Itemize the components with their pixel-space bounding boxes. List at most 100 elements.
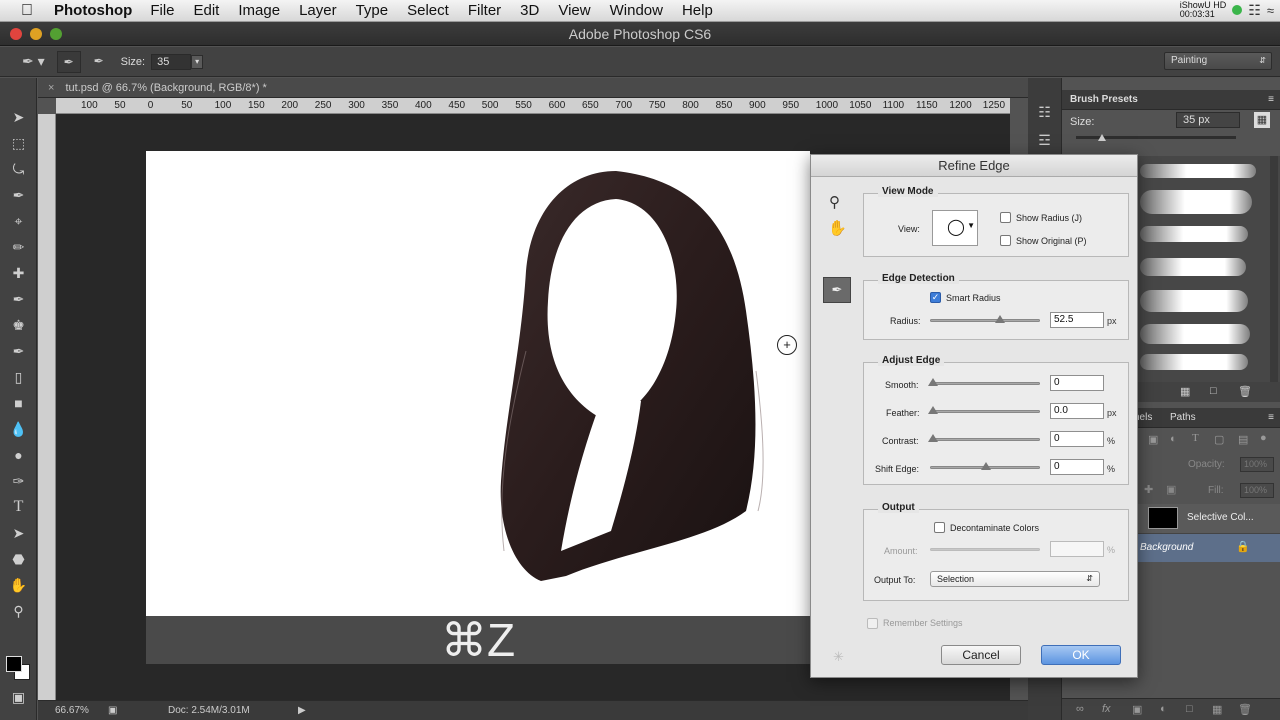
type-tool-icon[interactable]: T xyxy=(0,494,37,520)
contrast-slider-knob[interactable] xyxy=(928,434,938,442)
horizontal-ruler[interactable]: 100 50 0 50 100 150 200 250 300 350 400 450 500 550 60… xyxy=(56,98,1010,114)
status-menu-icon[interactable]: ▣ xyxy=(108,701,117,720)
dodge-tool-icon[interactable]: ● xyxy=(0,442,37,468)
radius-input[interactable]: 52.5 xyxy=(1050,312,1104,328)
new-preset-icon[interactable]: ▦ xyxy=(1254,112,1270,128)
feather-input[interactable]: 0.0 xyxy=(1050,403,1104,419)
filter-shape-icon[interactable]: ▢ xyxy=(1214,433,1224,446)
zoom-level[interactable]: 66.67% xyxy=(55,701,89,720)
filter-smart-icon[interactable]: ▤ xyxy=(1238,433,1248,446)
finder-icon[interactable]: ☷ xyxy=(1248,3,1261,17)
history-brush-tool-icon[interactable]: ✒ xyxy=(0,338,37,364)
delete-layer-icon[interactable]: 🗑 xyxy=(1238,703,1252,716)
delete-brush-icon[interactable]: 🗑 xyxy=(1238,385,1252,398)
document-tab[interactable]: × tut.psd @ 66.7% (Background, RGB/8*) * xyxy=(38,78,1028,98)
image-canvas[interactable] xyxy=(146,151,810,616)
brush-preset-item[interactable] xyxy=(1140,164,1256,178)
filter-type-icon[interactable]: T xyxy=(1192,432,1199,444)
lock-move-icon[interactable]: ✚ xyxy=(1144,483,1153,496)
brush-preset-item[interactable] xyxy=(1140,290,1248,312)
healing-brush-tool-icon[interactable]: ✚ xyxy=(0,260,37,286)
lock-all-icon[interactable]: ▣ xyxy=(1166,483,1176,496)
filter-pixel-icon[interactable]: ▣ xyxy=(1148,433,1158,446)
move-tool-icon[interactable]: ➤ xyxy=(0,104,37,130)
recording-indicator-icon[interactable] xyxy=(1232,5,1243,15)
pen-tool-icon[interactable]: ✑ xyxy=(0,468,37,494)
erase-refinements-tool-icon[interactable]: ✒ xyxy=(87,51,111,73)
menu-app-name[interactable]: Photoshop xyxy=(54,2,132,19)
smart-radius-checkbox[interactable]: ✓ xyxy=(930,292,941,303)
contrast-slider[interactable] xyxy=(928,434,1040,442)
shift-edge-slider-knob[interactable] xyxy=(981,462,991,470)
remember-settings-checkbox[interactable] xyxy=(867,618,878,629)
layer-name[interactable]: Selective Col... xyxy=(1187,512,1254,523)
blur-tool-icon[interactable]: 💧 xyxy=(0,416,37,442)
brush-preset-item[interactable] xyxy=(1140,324,1250,344)
clone-stamp-tool-icon[interactable]: ♚ xyxy=(0,312,37,338)
tab-paths[interactable]: Paths xyxy=(1170,408,1196,428)
workspace-select[interactable]: Painting ⇵ xyxy=(1164,52,1272,70)
menu-help[interactable]: Help xyxy=(682,2,713,19)
brush-tool-icon[interactable]: ✒ xyxy=(0,286,37,312)
crop-tool-icon[interactable]: ⌖ xyxy=(0,208,37,234)
adjustment-layer-icon[interactable]: ◐ xyxy=(1160,703,1167,715)
feather-slider-knob[interactable] xyxy=(928,406,938,414)
show-radius-checkbox[interactable] xyxy=(1000,212,1011,223)
status-arrow-icon[interactable]: ▶ xyxy=(298,701,306,720)
menu-view[interactable]: View xyxy=(558,2,590,19)
layer-mask-thumbnail[interactable] xyxy=(1148,507,1178,529)
size-dropdown-icon[interactable]: ▾ xyxy=(191,54,204,69)
lasso-tool-icon[interactable]: ⤿ xyxy=(0,156,37,182)
quick-mask-icon[interactable]: ▣ xyxy=(0,684,37,710)
zoom-window-icon[interactable] xyxy=(50,28,62,40)
radius-slider[interactable] xyxy=(930,315,1040,323)
brush-preset-item[interactable] xyxy=(1140,190,1252,214)
brush-presets-header[interactable]: Brush Presets ≡ xyxy=(1062,90,1280,110)
refine-radius-tool-icon[interactable]: ✒ xyxy=(56,50,81,73)
opacity-input[interactable]: 100% xyxy=(1240,457,1274,472)
fill-input[interactable]: 100% xyxy=(1240,483,1274,498)
brush-preset-item[interactable] xyxy=(1140,354,1248,370)
close-window-icon[interactable] xyxy=(10,28,22,40)
filter-adjustment-icon[interactable]: ◐ xyxy=(1170,433,1177,445)
close-document-icon[interactable]: × xyxy=(48,82,54,94)
output-to-select[interactable]: Selection ⇵ xyxy=(930,571,1100,587)
menu-3d[interactable]: 3D xyxy=(520,2,539,19)
menu-type[interactable]: Type xyxy=(356,2,389,19)
menu-file[interactable]: File xyxy=(150,2,174,19)
layer-name[interactable]: Background xyxy=(1140,542,1193,553)
shape-tool-icon[interactable]: ⬣ xyxy=(0,546,37,572)
eyedropper-tool-icon[interactable]: ✏ xyxy=(0,234,37,260)
new-layer-icon[interactable]: ▦ xyxy=(1212,703,1222,716)
brush-list-scrollbar[interactable] xyxy=(1270,156,1278,382)
view-mode-picker[interactable]: ◯ ▼ xyxy=(932,210,978,246)
hand-tool-icon[interactable]: ✋ xyxy=(0,572,37,598)
panel-menu-icon[interactable]: ≡ xyxy=(1268,90,1274,110)
link-layers-icon[interactable]: ∞ xyxy=(1076,703,1084,715)
brush-size-slider-knob[interactable] xyxy=(1098,134,1106,141)
radius-slider-knob[interactable] xyxy=(995,315,1005,323)
apple-icon[interactable]:  xyxy=(0,2,54,20)
properties-panel-icon[interactable]: ☲ xyxy=(1035,132,1055,152)
ok-button[interactable]: OK xyxy=(1041,645,1121,665)
menu-image[interactable]: Image xyxy=(238,2,280,19)
fx-icon[interactable]: fx xyxy=(1102,703,1111,715)
menu-filter[interactable]: Filter xyxy=(468,2,501,19)
zoom-tool-icon[interactable]: ⚲ xyxy=(829,193,840,211)
size-input[interactable]: 35 xyxy=(151,53,192,70)
brush-panel-icon[interactable]: ▦ xyxy=(1180,385,1190,398)
smooth-slider[interactable] xyxy=(928,378,1040,386)
show-original-checkbox[interactable] xyxy=(1000,235,1011,246)
menu-edit[interactable]: Edit xyxy=(194,2,220,19)
foreground-color-swatch[interactable] xyxy=(6,656,22,672)
cancel-button[interactable]: Cancel xyxy=(941,645,1021,665)
path-selection-tool-icon[interactable]: ➤ xyxy=(0,520,37,546)
feather-slider[interactable] xyxy=(928,406,1040,414)
menu-select[interactable]: Select xyxy=(407,2,449,19)
marquee-tool-icon[interactable]: ⬚ xyxy=(0,130,37,156)
history-panel-icon[interactable]: ☷ xyxy=(1035,104,1055,124)
menu-window[interactable]: Window xyxy=(610,2,663,19)
zoom-tool-icon[interactable]: ⚲ xyxy=(0,598,37,624)
brush-preset-item[interactable] xyxy=(1140,258,1246,276)
smooth-input[interactable]: 0 xyxy=(1050,375,1104,391)
